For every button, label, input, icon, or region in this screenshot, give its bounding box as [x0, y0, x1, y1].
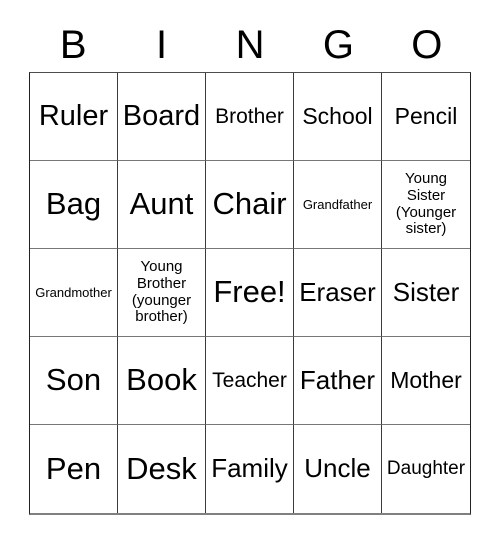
- bingo-cell[interactable]: Aunt: [118, 161, 206, 249]
- bingo-cell-label: Pencil: [394, 102, 458, 129]
- bingo-cell-label: Family: [211, 453, 288, 484]
- bingo-cell-label: Daughter: [386, 458, 466, 480]
- bingo-header-letter-g: G: [322, 23, 354, 67]
- bingo-card: B I N G O Ruler Board Brother School Pencil Bag Au…: [0, 0, 500, 544]
- bingo-cell[interactable]: Young Brother (younger brother): [118, 249, 206, 337]
- bingo-cell-label: Eraser: [299, 276, 376, 307]
- bingo-cell-label: Father: [299, 364, 376, 395]
- bingo-header-letter-b: B: [59, 23, 87, 67]
- bingo-cell-label: Teacher: [212, 368, 287, 392]
- bingo-cell[interactable]: Book: [118, 337, 206, 425]
- bingo-cell[interactable]: Board: [118, 73, 206, 161]
- bingo-header-letter-i: I: [156, 23, 168, 67]
- bingo-header-letter-n: N: [235, 23, 265, 67]
- bingo-cell-label: Uncle: [304, 453, 371, 484]
- bingo-cell-label: Grandfather: [302, 196, 373, 212]
- bingo-header-row: BINGO: [29, 18, 471, 72]
- bingo-cell[interactable]: Bag: [30, 161, 118, 249]
- bingo-cell[interactable]: Grandmother: [30, 249, 118, 337]
- bingo-cell-label: School: [302, 102, 373, 129]
- bingo-cell-label: Free!: [213, 274, 286, 310]
- bingo-cell[interactable]: Family: [206, 425, 294, 513]
- bingo-cell-label: Pen: [45, 450, 102, 486]
- bingo-cell-label: Brother: [215, 104, 284, 128]
- bingo-cell[interactable]: Uncle: [294, 425, 382, 513]
- bingo-cell[interactable]: Pen: [30, 425, 118, 513]
- bingo-cell[interactable]: Daughter: [382, 425, 470, 513]
- bingo-cell[interactable]: Chair: [206, 161, 294, 249]
- bingo-cell[interactable]: Mother: [382, 337, 470, 425]
- bingo-cell-label: Young Brother (younger brother): [131, 257, 192, 326]
- bingo-cell-label: Son: [45, 362, 102, 398]
- bingo-cell[interactable]: School: [294, 73, 382, 161]
- bingo-cell[interactable]: Desk: [118, 425, 206, 513]
- bingo-cell-label: Ruler: [38, 100, 109, 133]
- bingo-free-space[interactable]: Free!: [206, 249, 294, 337]
- bingo-header-letter-o: O: [411, 23, 443, 67]
- bingo-cell-label: Grandmother: [35, 284, 112, 300]
- bingo-cell[interactable]: Sister: [382, 249, 470, 337]
- bingo-cell-label: Mother: [390, 366, 462, 393]
- bingo-cell-label: Board: [122, 100, 201, 133]
- bingo-cell-label: Book: [126, 362, 197, 398]
- bingo-cell[interactable]: Ruler: [30, 73, 118, 161]
- bingo-cell[interactable]: Teacher: [206, 337, 294, 425]
- bingo-cell-label: Bag: [45, 186, 102, 222]
- bingo-cell[interactable]: Grandfather: [294, 161, 382, 249]
- bingo-cell[interactable]: Brother: [206, 73, 294, 161]
- bingo-cell[interactable]: Son: [30, 337, 118, 425]
- bingo-cell[interactable]: Father: [294, 337, 382, 425]
- bingo-cell-label: Desk: [126, 450, 197, 486]
- bingo-cell-label: Aunt: [129, 186, 194, 222]
- bingo-cell[interactable]: Pencil: [382, 73, 470, 161]
- bingo-cell[interactable]: Young Sister (Younger sister): [382, 161, 470, 249]
- bingo-grid: Ruler Board Brother School Pencil Bag Aunt Chai…: [29, 72, 471, 515]
- bingo-cell-label: Young Sister (Younger sister): [395, 169, 457, 238]
- bingo-cell-label: Sister: [392, 276, 460, 307]
- bingo-cell[interactable]: Eraser: [294, 249, 382, 337]
- bingo-cell-label: Chair: [212, 186, 287, 222]
